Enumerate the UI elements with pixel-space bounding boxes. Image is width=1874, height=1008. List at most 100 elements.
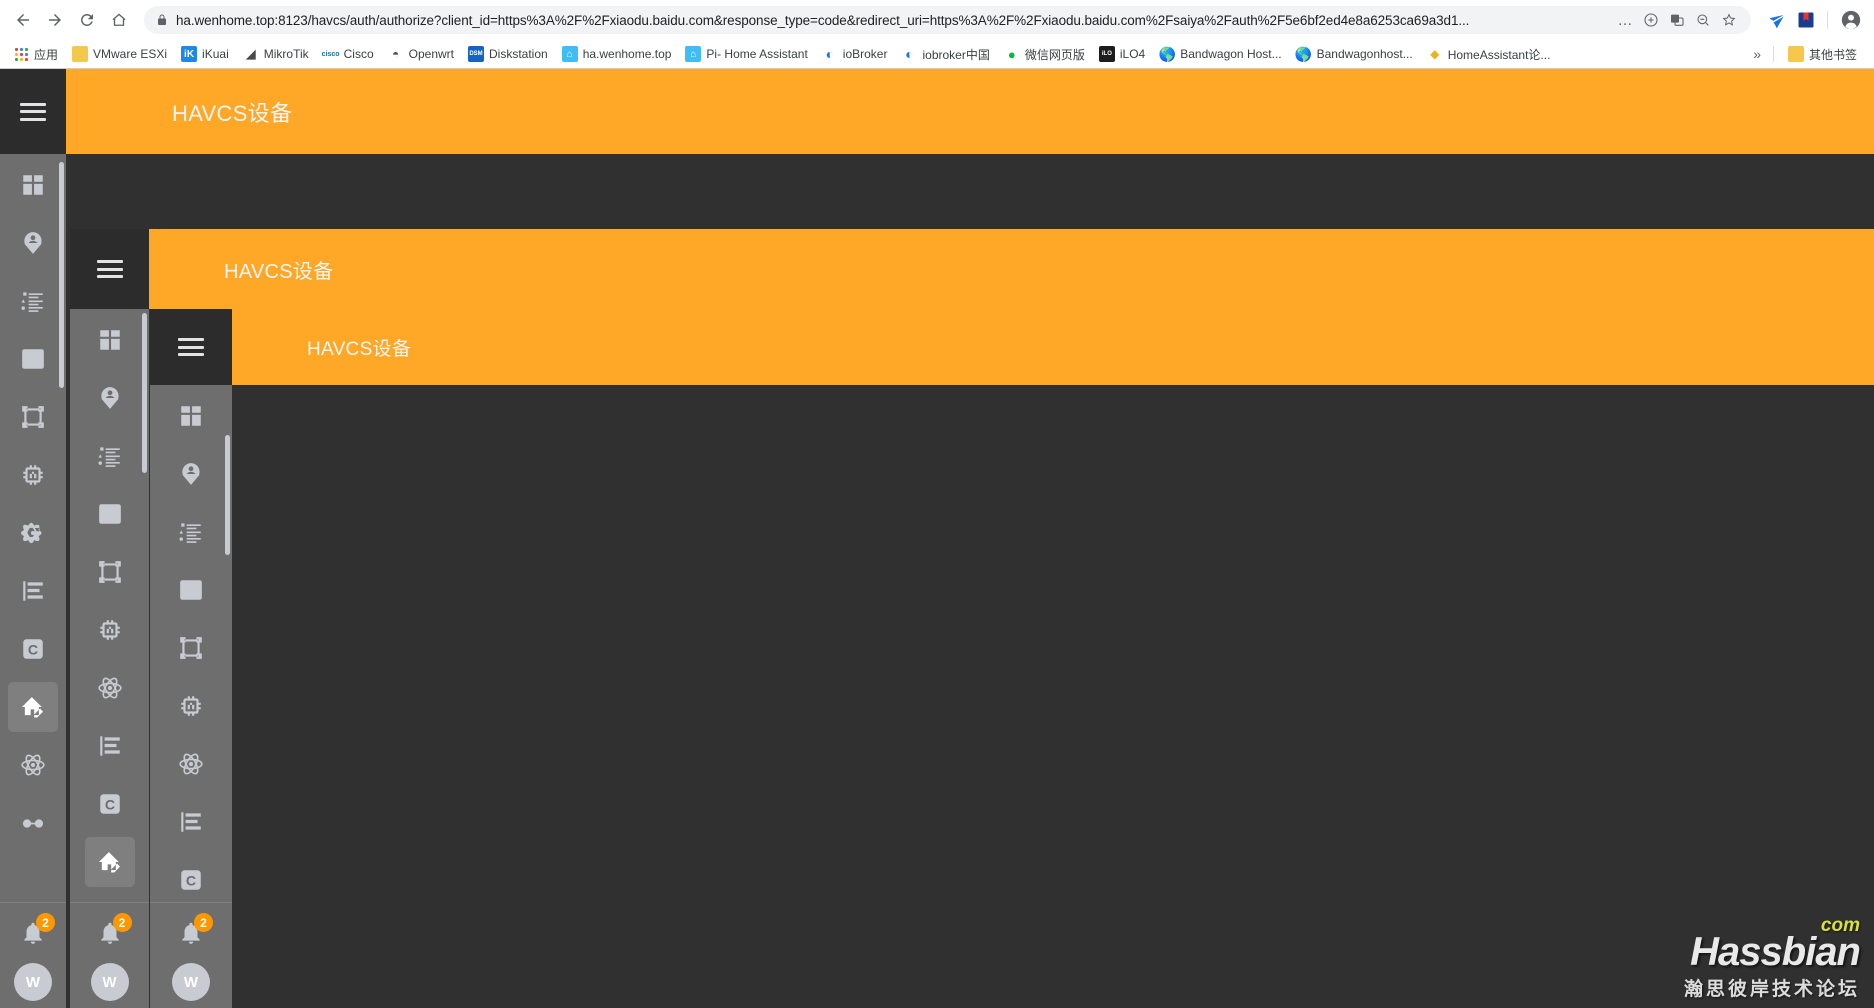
bookmark-apps[interactable]: 应用 xyxy=(6,43,65,66)
sidebar-item-overview[interactable] xyxy=(166,391,216,441)
sidebar-item-map[interactable] xyxy=(85,373,135,423)
sidebar-item-map[interactable] xyxy=(166,449,216,499)
bookmark-label: Bandwagonhost... xyxy=(1316,47,1413,61)
add-page-icon[interactable] xyxy=(1639,8,1663,32)
sidebar-menu-button[interactable] xyxy=(150,309,232,385)
watermark-brand-row: Hassbian com xyxy=(1684,915,1861,972)
sidebar-item-logbook[interactable] xyxy=(85,431,135,481)
bookmark-item[interactable]: cisco Cisco xyxy=(316,43,381,65)
bookmark-item[interactable]: 🌎 Bandwagon Host... xyxy=(1152,43,1288,65)
translate-icon[interactable] xyxy=(1665,8,1689,32)
forward-arrow-icon[interactable] xyxy=(40,5,70,35)
sidebar-item-c-panel[interactable]: C xyxy=(85,779,135,829)
bookmark-item[interactable]: ◐ ioBroker xyxy=(815,43,895,65)
reload-icon[interactable] xyxy=(72,5,102,35)
sidebar-item-c-panel[interactable]: C xyxy=(166,855,216,902)
bookmark-item[interactable]: ◢ MikroTik xyxy=(236,43,316,65)
bookmark-label: 微信网页版 xyxy=(1024,47,1085,62)
more-actions-icon[interactable]: … xyxy=(1613,8,1637,32)
bookmark-item[interactable]: ⌂ ha.wenhome.top xyxy=(555,43,679,65)
profile-avatar-icon[interactable] xyxy=(1836,5,1866,35)
sidebar-menu-button[interactable] xyxy=(0,69,66,154)
content-body xyxy=(232,385,1874,1008)
url-text: ha.wenhome.top:8123/havcs/auth/authorize… xyxy=(176,12,1470,28)
bookmark-item[interactable]: iLO iLO4 xyxy=(1092,43,1152,65)
extension-blue-icon[interactable] xyxy=(1763,7,1789,33)
back-arrow-icon[interactable] xyxy=(8,5,38,35)
avatar[interactable]: W xyxy=(14,963,52,1001)
sidebar-item-overview[interactable] xyxy=(8,160,58,210)
bookmark-label: Cisco xyxy=(343,47,374,61)
bookmark-item[interactable]: ◆ HomeAssistant论... xyxy=(1420,43,1558,66)
bookmark-item[interactable]: ◓ Openwrt xyxy=(381,43,461,65)
sidebar-scrollbar[interactable] xyxy=(59,162,64,388)
address-bar[interactable]: ha.wenhome.top:8123/havcs/auth/authorize… xyxy=(144,6,1751,34)
sidebar-item-vector[interactable] xyxy=(8,392,58,442)
bookmarks-overflow: » 其他书签 xyxy=(1749,43,1868,66)
home-assistant-icon: ⌂ xyxy=(561,46,578,62)
sidebar-item-havcs[interactable] xyxy=(8,682,58,732)
lock-icon xyxy=(156,13,168,27)
sidebar-item-logbook[interactable] xyxy=(8,276,58,326)
bookmark-star-icon[interactable] xyxy=(1717,8,1741,32)
ikuai-icon: iK xyxy=(181,46,198,62)
sidebar-scroll-area[interactable]: C xyxy=(150,385,232,902)
bookmark-item[interactable]: iK iKuai xyxy=(174,43,236,65)
sidebar-item-map[interactable] xyxy=(8,218,58,268)
sidebar-item-glasses[interactable] xyxy=(8,798,58,848)
bookmark-item[interactable]: DSM Diskstation xyxy=(461,43,555,65)
sidebar-item-memory[interactable] xyxy=(85,605,135,655)
bookmark-other-folder[interactable]: 其他书签 xyxy=(1782,43,1864,66)
home-icon[interactable] xyxy=(104,5,134,35)
sidebar-menu-button[interactable] xyxy=(70,229,149,309)
bookmark-label: 应用 xyxy=(34,47,59,62)
sidebar-item-atom[interactable] xyxy=(8,508,58,558)
sidebar-item-history[interactable] xyxy=(166,565,216,615)
sidebar-item-atom[interactable] xyxy=(85,663,135,713)
mikrotik-icon: ◢ xyxy=(245,46,256,61)
sidebar-item-memory[interactable] xyxy=(166,681,216,731)
sidebar-scrollbar[interactable] xyxy=(142,313,147,473)
avatar[interactable]: W xyxy=(172,963,210,1001)
sidebar-scroll-area[interactable]: C xyxy=(0,154,66,902)
sidebar-item-havcs[interactable] xyxy=(84,837,135,887)
bookmarks-overflow-chevron-icon[interactable]: » xyxy=(1749,46,1765,62)
sidebar-item-file-tree[interactable] xyxy=(166,797,216,847)
sidebar-item-atom[interactable] xyxy=(166,739,216,789)
bookmark-item[interactable]: ⌂ Pi- Home Assistant xyxy=(678,43,814,65)
app-bar: HAVCS设备 xyxy=(66,69,1874,154)
bookmark-item[interactable]: VMware ESXi xyxy=(65,43,174,65)
sidebar-item-overview[interactable] xyxy=(85,315,135,365)
extension-red-book-icon[interactable] xyxy=(1793,7,1819,33)
bookmark-label: MikroTik xyxy=(263,47,309,61)
sidebar-item-file-tree[interactable] xyxy=(8,566,58,616)
main-area: HAVCS设备 xyxy=(232,309,1874,1008)
zoom-out-icon[interactable] xyxy=(1691,8,1715,32)
sidebar-item-memory[interactable] xyxy=(8,450,58,500)
ha-window-nested-2: C 2 W HAVCS设备 xyxy=(150,309,1874,1008)
sidebar-item-vector[interactable] xyxy=(85,547,135,597)
bookmark-item[interactable]: ◐ iobroker中国 xyxy=(894,43,996,66)
sidebar-scroll-area[interactable]: C xyxy=(70,309,149,902)
bookmark-item[interactable]: 🌎 Bandwagonhost... xyxy=(1289,43,1420,65)
sidebar-scrollbar[interactable] xyxy=(225,435,230,555)
sidebar-item-file-tree[interactable] xyxy=(85,721,135,771)
avatar[interactable]: W xyxy=(90,963,129,1001)
extension-icons xyxy=(1759,7,1819,33)
notifications-button[interactable]: 2 xyxy=(12,913,55,953)
bookmark-label: Bandwagon Host... xyxy=(1180,47,1282,61)
page-title: HAVCS设备 xyxy=(224,260,334,283)
sidebar-item-history[interactable] xyxy=(85,489,135,539)
notifications-button[interactable]: 2 xyxy=(89,913,132,953)
sidebar-footer: 2 W xyxy=(0,902,66,1008)
bookmark-item[interactable]: ● 微信网页版 xyxy=(997,43,1092,66)
sidebar-item-atom-2[interactable] xyxy=(8,740,58,790)
page-title: HAVCS设备 xyxy=(307,338,412,360)
sidebar-item-history[interactable] xyxy=(8,334,58,384)
bookmark-label: iLO4 xyxy=(1119,47,1146,61)
sidebar-item-vector[interactable] xyxy=(166,623,216,673)
sidebar-item-logbook[interactable] xyxy=(166,507,216,557)
notifications-button[interactable]: 2 xyxy=(170,913,213,953)
bandwagonhost-icon: 🌎 xyxy=(1294,45,1313,62)
sidebar-item-c-panel[interactable]: C xyxy=(8,624,58,674)
